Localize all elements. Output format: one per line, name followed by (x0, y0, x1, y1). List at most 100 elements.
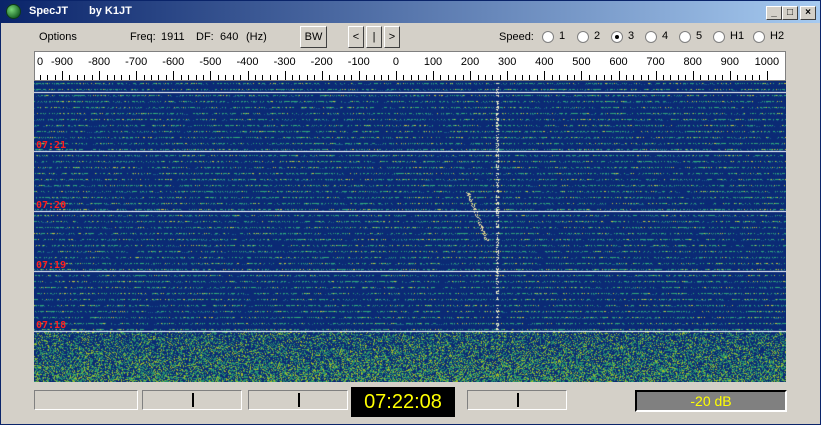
scale-tick-label: 300 (498, 56, 517, 68)
scale-tick (254, 75, 256, 80)
slider-thumb[interactable] (298, 393, 300, 407)
scale-tick (151, 75, 153, 80)
window-author: by K1JT (89, 5, 132, 17)
specjt-window: SpecJT by K1JT _ □ × Options Freq: 1911 … (0, 0, 821, 425)
scale-tick (447, 75, 449, 80)
gain-slider[interactable] (467, 390, 567, 410)
scale-tick (722, 75, 724, 80)
scale-tick (329, 75, 331, 80)
maximize-button[interactable]: □ (782, 6, 798, 20)
scale-tick (136, 71, 138, 80)
scale-tick-label: -100 (347, 56, 370, 68)
scale-tick (670, 75, 672, 80)
scale-tick (729, 71, 731, 80)
scale-tick (343, 75, 345, 80)
scale-tick (737, 75, 739, 80)
scale-tick (455, 75, 457, 80)
status-panel (34, 390, 138, 410)
scale-tick (284, 71, 286, 80)
scale-tick (477, 75, 479, 80)
radio-circle-icon (577, 31, 589, 43)
scale-tick (47, 75, 49, 80)
scale-tick (700, 75, 702, 80)
scale-tick (366, 75, 368, 80)
scale-tick-label: -700 (125, 56, 148, 68)
scale-tick (210, 71, 212, 80)
scale-tick-label: -800 (88, 56, 111, 68)
scale-tick (766, 71, 768, 80)
scale-tick (403, 75, 405, 80)
scale-tick (648, 75, 650, 80)
scale-tick (106, 75, 108, 80)
close-button[interactable]: × (800, 6, 816, 20)
nav-right-button[interactable]: > (384, 26, 400, 48)
scale-tick-label: -300 (273, 56, 296, 68)
scale-tick (573, 75, 575, 80)
scale-tick (507, 71, 509, 80)
scale-tick-label: 400 (535, 56, 554, 68)
scale-tick (536, 75, 538, 80)
scale-tick (388, 75, 390, 80)
scale-tick (484, 75, 486, 80)
slider-thumb[interactable] (192, 393, 194, 407)
scale-tick (588, 75, 590, 80)
scale-tick (462, 75, 464, 80)
scale-tick (425, 75, 427, 80)
scale-tick-label: 0 (392, 56, 399, 68)
brightness-slider[interactable] (142, 390, 242, 410)
radio-circle-icon (679, 31, 691, 43)
slider-thumb[interactable] (517, 393, 519, 407)
scale-tick (707, 75, 709, 80)
scale-tick (559, 75, 561, 80)
scale-tick (217, 75, 219, 80)
minimize-button[interactable]: _ (766, 6, 782, 20)
scale-tick (655, 71, 657, 80)
scale-tick-label: -900 (50, 56, 74, 68)
scale-tick (492, 75, 494, 80)
scale-tick (358, 71, 360, 80)
scale-tick-label: 100 (423, 56, 443, 68)
df-unit: (Hz) (246, 31, 267, 43)
speed-label: Speed: (499, 31, 534, 43)
scale-tick (202, 75, 204, 80)
options-menu[interactable]: Options (39, 31, 77, 43)
scale-tick (395, 71, 397, 80)
scale-tick (299, 75, 301, 80)
scale-tick (306, 75, 308, 80)
scale-tick (351, 75, 353, 80)
scale-tick (566, 75, 568, 80)
scale-tick (173, 71, 175, 80)
waterfall-display[interactable]: 07:21 07:20 07:19 07:18 (34, 81, 786, 382)
time-label: 07:21 (36, 140, 67, 151)
scale-tick (62, 71, 63, 80)
scale-tick (640, 75, 642, 80)
scale-tick-label: -600 (162, 56, 185, 68)
scale-tick (499, 75, 501, 80)
radio-checked-icon (611, 31, 623, 43)
bw-button[interactable]: BW (300, 26, 327, 48)
scale-tick (752, 75, 754, 80)
scale-tick (581, 71, 583, 80)
scale-tick (321, 71, 323, 80)
scale-tick (611, 75, 613, 80)
radio-circle-icon (713, 31, 725, 43)
freq-label: Freq: (130, 31, 156, 43)
scale-tick (744, 75, 746, 80)
time-label: 07:19 (36, 260, 67, 271)
scale-tick (165, 75, 167, 80)
scale-tick (180, 75, 182, 80)
scale-tick (240, 75, 242, 80)
title-bar[interactable]: SpecJT by K1JT _ □ × (1, 1, 820, 23)
scale-tick (336, 75, 338, 80)
scale-tick (314, 75, 316, 80)
scale-tick (714, 75, 716, 80)
scale-tick (269, 75, 271, 80)
scale-tick (292, 75, 294, 80)
frequency-scale[interactable]: 0 -900 -800 -700 -600 -500 -400 -300 -200 -100 0 1… (34, 51, 786, 81)
nav-left-button[interactable]: < (348, 26, 364, 48)
contrast-slider[interactable] (248, 390, 348, 410)
scale-tick (195, 75, 197, 80)
nav-center-button[interactable]: | (366, 26, 382, 48)
scale-tick-label: -500 (199, 56, 222, 68)
scale-tick (76, 75, 78, 80)
